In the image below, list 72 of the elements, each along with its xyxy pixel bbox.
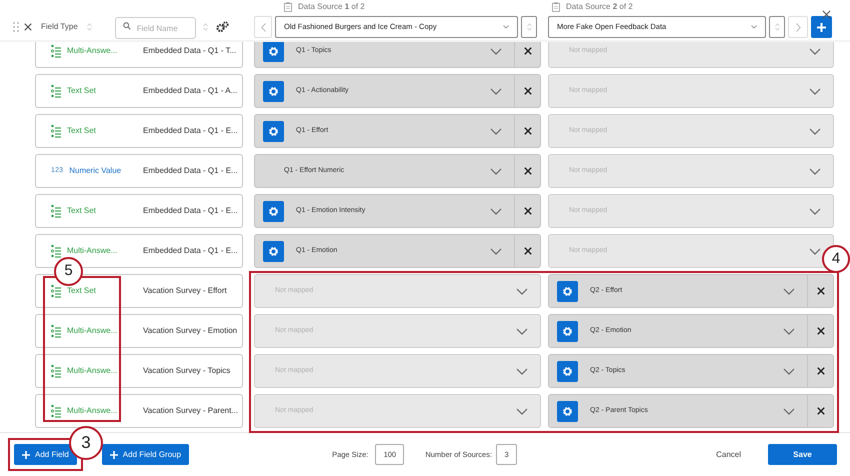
field-name: Embedded Data - Q1 - E...	[143, 165, 238, 177]
gears-icon	[216, 21, 229, 33]
field-type: Text Set	[67, 125, 96, 137]
drag-handle-icon	[13, 22, 19, 32]
list-icon	[51, 204, 61, 218]
list-icon	[51, 284, 61, 298]
sort-icon	[526, 23, 532, 31]
list-icon	[51, 44, 61, 58]
chevron-down-icon	[516, 288, 528, 294]
cancel-button[interactable]: Cancel	[716, 448, 741, 460]
field-name: Vacation Survey - Parent...	[143, 405, 238, 417]
field-name: Vacation Survey - Emotion	[143, 325, 238, 337]
search-icon	[122, 22, 131, 30]
field-name: Embedded Data - Q1 - E...	[143, 125, 238, 137]
list-icon	[51, 84, 61, 98]
list-icon	[51, 404, 61, 418]
field-name: Vacation Survey - Topics	[143, 365, 230, 377]
column-header: Field Type	[41, 21, 78, 33]
chevron-down-icon	[751, 25, 757, 29]
chevron-down-icon	[516, 408, 528, 414]
field-type: Text Set	[67, 205, 96, 217]
field-type: Text Set	[67, 85, 96, 97]
callout-number: 4	[822, 245, 850, 273]
field-type: Multi-Answe...	[67, 245, 118, 257]
chevron-down-icon	[516, 368, 528, 374]
reorder-button[interactable]	[521, 16, 537, 38]
field-type: Numeric Value	[69, 165, 122, 177]
field-name: Embedded Data - Q1 - E...	[143, 245, 238, 257]
save-button[interactable]: Save	[768, 444, 837, 465]
field-name: Vacation Survey - Effort	[143, 285, 227, 297]
sort-icon	[202, 23, 208, 31]
close-icon	[822, 10, 831, 19]
close-button[interactable]	[822, 10, 831, 19]
chevron-left-icon	[260, 22, 266, 32]
list-icon	[51, 364, 61, 378]
field-name: Embedded Data - Q1 - T...	[143, 45, 236, 57]
sort-icon	[774, 23, 780, 31]
search-field[interactable]: Field Name	[114, 17, 196, 40]
sort-icon	[86, 23, 92, 31]
source-caption: Data Source 2 of 2	[566, 1, 633, 13]
add-field-button[interactable]: Add Field	[14, 444, 77, 465]
list-icon	[51, 124, 61, 138]
clipboard-icon	[552, 2, 560, 12]
plus-icon	[110, 450, 118, 458]
source-caption: Data Source 1 of 2	[298, 1, 365, 13]
chevron-down-icon	[809, 248, 821, 254]
chevron-down-icon	[503, 25, 509, 29]
list-icon	[51, 324, 61, 338]
clipboard-icon	[284, 2, 292, 12]
plus-icon	[22, 450, 30, 458]
chevron-down-icon	[809, 128, 821, 134]
chevron-down-icon	[516, 328, 528, 334]
chevron-right-icon	[796, 22, 800, 32]
field-type: Text Set	[67, 285, 96, 297]
list-icon	[51, 244, 61, 258]
field-type: Multi-Answe...	[67, 405, 118, 417]
chevron-down-icon	[809, 208, 821, 214]
add-source-button[interactable]	[811, 16, 832, 38]
close-button[interactable]	[24, 23, 32, 31]
reorder-button[interactable]	[769, 16, 785, 38]
field-type: Multi-Answe...	[67, 325, 118, 337]
callout-number: 3	[69, 426, 103, 460]
field-name: Embedded Data - Q1 - E...	[143, 205, 238, 217]
add-field-group-button[interactable]: Add Field Group	[102, 444, 190, 465]
plus-icon	[817, 22, 826, 32]
close-icon	[24, 23, 32, 31]
field-name: Embedded Data - Q1 - A...	[143, 85, 238, 97]
chevron-down-icon	[809, 48, 821, 54]
field-type: Multi-Answe...	[67, 45, 118, 57]
chevron-down-icon	[809, 88, 821, 94]
chevron-down-icon	[809, 168, 821, 174]
field-type: Multi-Answe...	[67, 365, 118, 377]
